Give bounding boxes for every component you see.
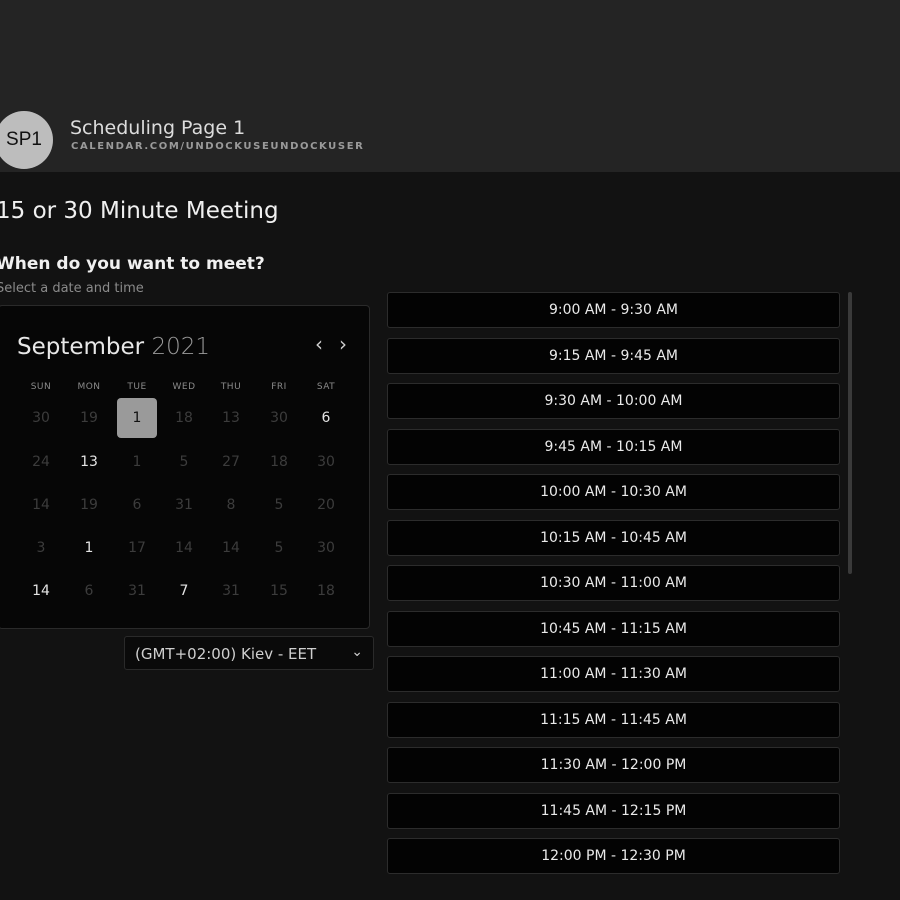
header-bar: SP1 Scheduling Page 1 CALENDAR.COM/UNDOC…: [0, 0, 900, 172]
calendar-day: 13: [222, 410, 240, 426]
time-slot-button[interactable]: 10:30 AM - 11:00 AM: [387, 565, 840, 601]
time-slot-button[interactable]: 10:00 AM - 10:30 AM: [387, 474, 840, 510]
calendar-day: 31: [222, 583, 240, 599]
calendar-day[interactable]: 14: [21, 571, 61, 611]
calendar-day: 30: [317, 540, 335, 556]
avatar: SP1: [0, 111, 53, 169]
calendar-day: 5: [274, 540, 284, 556]
chevron-left-icon[interactable]: ‹: [315, 332, 323, 356]
calendar-day: 18: [270, 454, 288, 470]
time-slot-button[interactable]: 9:30 AM - 10:00 AM: [387, 383, 840, 419]
calendar-day: 14: [32, 497, 50, 513]
meeting-question: When do you want to meet?: [0, 254, 265, 274]
calendar-day: 30: [317, 454, 335, 470]
calendar-day: 18: [175, 410, 193, 426]
time-slot-button[interactable]: 12:00 PM - 12:30 PM: [387, 838, 840, 874]
calendar-day[interactable]: 6: [306, 398, 346, 438]
time-slot-button[interactable]: 9:00 AM - 9:30 AM: [387, 292, 840, 328]
calendar-day: 19: [80, 410, 98, 426]
calendar-day: 30: [270, 410, 288, 426]
calendar-day: 14: [222, 540, 240, 556]
weekday-wed: WED: [172, 382, 196, 392]
timezone-label: (GMT+02:00) Kiev - EET: [135, 645, 317, 663]
weekday-sun: SUN: [30, 382, 52, 392]
calendar-day[interactable]: 7: [164, 571, 204, 611]
time-slot-button[interactable]: 9:45 AM - 10:15 AM: [387, 428, 840, 465]
calendar-day-selected[interactable]: 1: [117, 398, 157, 438]
meeting-subtext: Select a date and time: [0, 281, 144, 296]
calendar-day: 6: [84, 583, 94, 599]
time-slot-button[interactable]: 11:00 AM - 11:30 AM: [387, 656, 840, 692]
weekday-tue: TUE: [127, 382, 147, 392]
time-slot-button[interactable]: 10:15 AM - 10:45 AM: [387, 519, 840, 556]
weekday-fri: FRI: [271, 382, 287, 392]
calendar-day: 5: [274, 497, 284, 513]
calendar-day: 17: [128, 540, 146, 556]
calendar-day: 18: [317, 583, 335, 599]
calendar-day[interactable]: 1: [69, 528, 109, 568]
time-slot-button[interactable]: 11:30 AM - 12:00 PM: [387, 747, 840, 783]
calendar-day: 5: [179, 454, 189, 470]
weekday-sat: SAT: [316, 382, 336, 392]
page-url: CALENDAR.COM/UNDOCKUSEUNDOCKUSER: [71, 141, 365, 152]
calendar-day: 20: [317, 497, 335, 513]
calendar-day: 19: [80, 497, 98, 513]
calendar-day: 1: [132, 454, 142, 470]
calendar-month: September: [17, 334, 145, 360]
chevron-down-icon: ⌄: [351, 644, 363, 660]
calendar-day: 31: [128, 583, 146, 599]
time-slot-button[interactable]: 11:15 AM - 11:45 AM: [387, 701, 840, 738]
calendar-day: 15: [270, 583, 288, 599]
calendar-day: 24: [32, 454, 50, 470]
time-slot-button[interactable]: 10:45 AM - 11:15 AM: [387, 610, 840, 647]
calendar-day: 6: [132, 497, 142, 513]
calendar-day: 14: [175, 540, 193, 556]
calendar-day: 31: [175, 497, 193, 513]
scrollbar[interactable]: [848, 292, 852, 574]
page-title: Scheduling Page 1: [70, 117, 246, 139]
calendar-year: 2021: [151, 334, 210, 360]
weekday-mon: MON: [77, 382, 101, 392]
calendar-day: 3: [36, 540, 46, 556]
calendar-day[interactable]: 13: [69, 442, 109, 482]
chevron-right-icon[interactable]: ›: [339, 332, 347, 356]
calendar-day: 30: [32, 410, 50, 426]
calendar-day: 8: [226, 497, 236, 513]
time-slot-button[interactable]: 11:45 AM - 12:15 PM: [387, 792, 840, 829]
calendar-month-label: September 2021: [17, 334, 210, 360]
weekday-thu: THU: [220, 382, 242, 392]
meeting-title: 15 or 30 Minute Meeting: [0, 198, 279, 224]
date-picker: September 2021 ‹ › SUN MON TUE WED THU FRI SAT…: [0, 305, 370, 629]
timezone-select[interactable]: (GMT+02:00) Kiev - EET ⌄: [124, 636, 374, 670]
time-slot-button[interactable]: 9:15 AM - 9:45 AM: [387, 337, 840, 374]
calendar-day: 27: [222, 454, 240, 470]
